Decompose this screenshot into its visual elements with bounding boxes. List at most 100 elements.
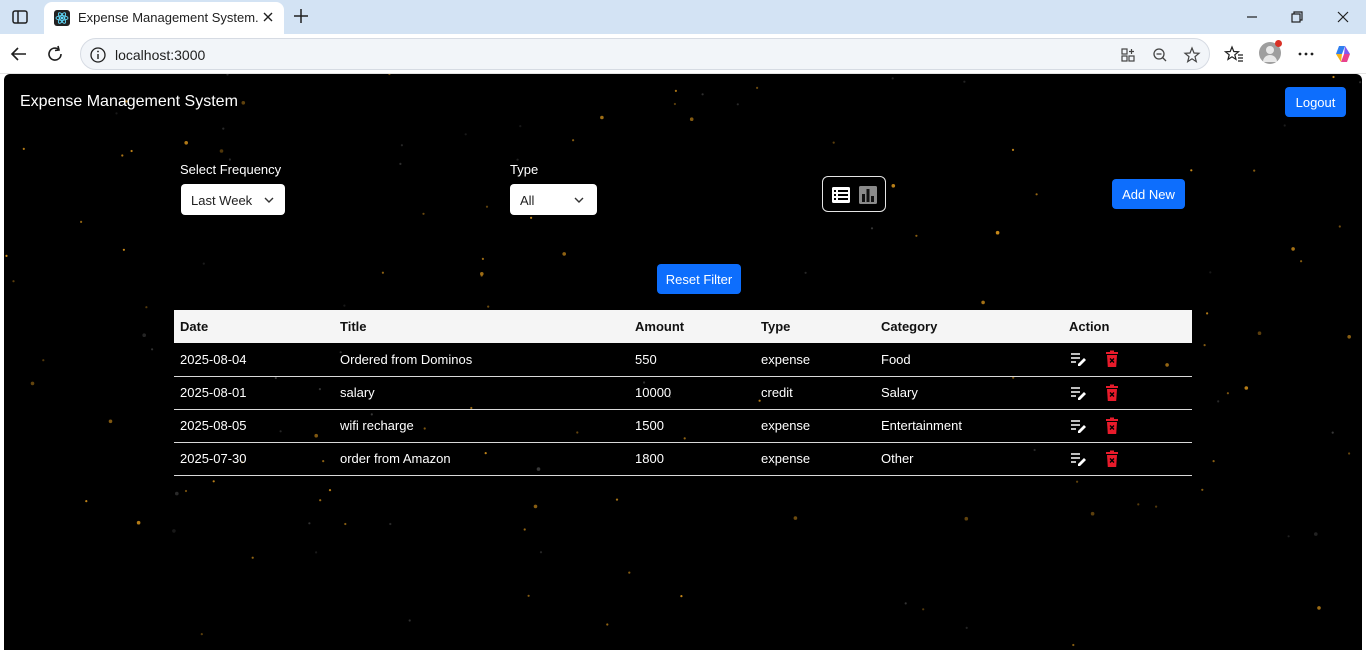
brand-title[interactable]: Expense Management System [20, 93, 238, 111]
delete-icon[interactable] [1103, 384, 1121, 402]
edit-icon[interactable] [1069, 384, 1087, 402]
add-new-button[interactable]: Add New [1112, 179, 1185, 209]
star-dot [674, 89, 678, 92]
cell-action [1063, 442, 1192, 475]
star-dot [122, 248, 125, 251]
star-dot [523, 528, 526, 531]
table-header-row: Date Title Amount Type Category Action [174, 310, 1192, 343]
cell-title: order from Amazon [340, 451, 451, 466]
cell-title: salary [340, 385, 375, 400]
star-dot [562, 252, 566, 256]
list-view-icon[interactable] [831, 185, 851, 205]
cell-action [1063, 376, 1192, 409]
favorite-star-icon[interactable] [1183, 46, 1201, 64]
delete-icon[interactable] [1103, 450, 1121, 468]
star-dot [464, 133, 467, 136]
minimize-icon[interactable] [1243, 8, 1261, 26]
star-dot [241, 101, 246, 105]
cell-category: Other [881, 451, 914, 466]
star-dot [1072, 643, 1075, 647]
logout-button[interactable]: Logout [1285, 87, 1346, 117]
type-select[interactable]: All [510, 184, 597, 215]
app-available-icon[interactable] [1119, 46, 1137, 64]
cell-category: Food [881, 351, 911, 367]
star-dot [793, 516, 798, 520]
star-dot [963, 80, 966, 83]
star-dot [1253, 169, 1256, 172]
browser-tab[interactable]: Expense Management System. [44, 2, 284, 34]
star-dot [1076, 480, 1079, 483]
star-dot [222, 127, 225, 130]
frequency-select[interactable]: Last Week [181, 184, 285, 215]
edit-icon[interactable] [1069, 417, 1087, 435]
star-dot [400, 144, 403, 147]
view-toggle [822, 176, 886, 212]
reload-icon[interactable] [45, 44, 65, 64]
star-dot [315, 551, 318, 554]
star-dot [1283, 124, 1286, 127]
table-row: 2025-08-04 Ordered from Dominos 550 expe… [174, 343, 1192, 376]
star-dot [121, 154, 124, 157]
star-dot [756, 86, 759, 89]
star-dot [1011, 148, 1015, 151]
cell-title: Ordered from Dominos [340, 351, 473, 367]
new-tab-icon[interactable] [292, 7, 310, 25]
star-dot [1244, 386, 1249, 390]
star-dot [1314, 532, 1318, 536]
zoom-out-icon[interactable] [1151, 46, 1169, 64]
cell-type: expense [761, 451, 811, 466]
type-label: Type [510, 162, 539, 177]
star-dot [1137, 503, 1140, 506]
star-dot [1155, 505, 1158, 508]
star-dot [922, 608, 925, 611]
star-dot [1035, 193, 1038, 196]
profile-avatar[interactable] [1259, 40, 1282, 64]
star-dot [981, 300, 985, 305]
back-icon[interactable] [9, 44, 29, 64]
address-bar[interactable]: localhost:3000 [80, 38, 1210, 70]
table-row: 2025-08-01 salary 10000 credit Salary [174, 376, 1192, 409]
delete-icon[interactable] [1103, 417, 1121, 435]
star-dot [108, 419, 113, 424]
sidebar-toggle-icon[interactable] [11, 8, 29, 26]
star-dot [1359, 81, 1362, 84]
chevron-down-icon [574, 197, 584, 203]
star-dot [130, 149, 133, 153]
cell-type: expense [761, 351, 811, 367]
header-type: Type [761, 319, 791, 334]
restore-icon[interactable] [1288, 8, 1306, 26]
delete-icon[interactable] [1103, 350, 1121, 368]
cell-amount: 550 [635, 351, 657, 367]
star-dot [485, 205, 489, 208]
star-dot [80, 220, 83, 223]
star-dot [136, 520, 141, 525]
star-dot [200, 633, 203, 636]
type-value: All [520, 193, 535, 208]
star-dot [904, 602, 907, 605]
tab-title: Expense Management System. [78, 10, 259, 25]
star-dot [1226, 392, 1229, 395]
star-dot [1190, 169, 1193, 172]
star-dot [804, 271, 807, 274]
close-window-icon[interactable] [1334, 8, 1352, 26]
reset-filter-button[interactable]: Reset Filter [657, 264, 741, 294]
more-options-icon[interactable] [1296, 44, 1316, 64]
cell-amount: 1500 [635, 418, 664, 433]
edit-icon[interactable] [1069, 450, 1087, 468]
chart-view-icon[interactable] [858, 185, 878, 205]
frequency-label: Select Frequency [180, 162, 282, 177]
star-dot [1201, 488, 1204, 491]
star-dot [891, 77, 894, 80]
close-tab-icon[interactable] [260, 9, 276, 25]
copilot-icon[interactable] [1333, 44, 1353, 64]
edit-icon[interactable] [1069, 350, 1087, 368]
cell-action [1063, 409, 1192, 442]
star-dot [481, 257, 484, 260]
star-dot [870, 227, 874, 230]
star-dot [915, 234, 918, 237]
favorites-icon[interactable] [1224, 44, 1244, 64]
star-dot [995, 230, 1000, 235]
star-dot [172, 529, 176, 533]
star-dot [175, 491, 179, 496]
site-info-icon[interactable] [89, 46, 107, 64]
